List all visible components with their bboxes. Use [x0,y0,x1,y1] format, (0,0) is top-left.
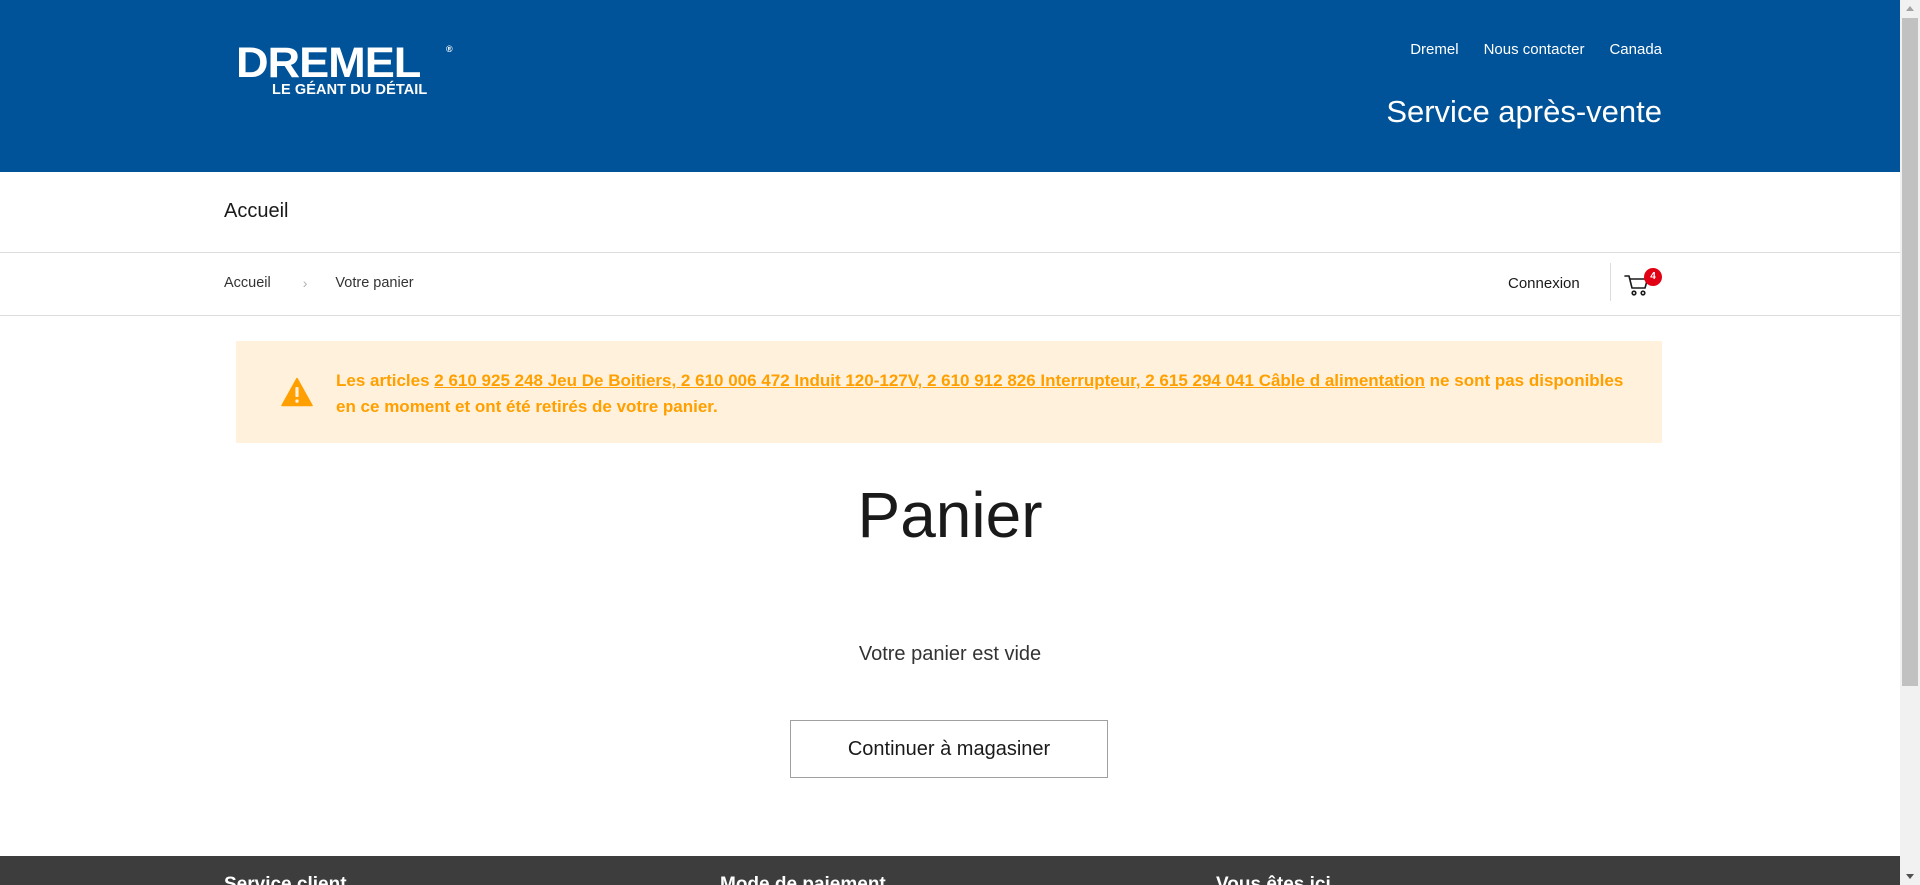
top-link-contact[interactable]: Nous contacter [1484,41,1585,58]
top-link-dremel[interactable]: Dremel [1410,41,1458,58]
site-header: DREMEL ® LE GÉANT DU DÉTAIL Dremel Nous … [0,0,1900,172]
footer-heading-location: Vous êtes ici [1216,874,1331,885]
scroll-down-arrow-icon[interactable] [1906,874,1914,879]
page-title: Panier [857,479,1043,551]
breadcrumb-bar: Accueil › Votre panier Connexion 4 [0,253,1900,316]
logo-tagline: LE GÉANT DU DÉTAIL [272,82,428,98]
registered-mark: ® [446,44,453,54]
alert-prefix: Les articles [336,371,435,390]
warning-icon [281,377,313,407]
scroll-up-arrow-icon[interactable] [1906,6,1914,11]
chevron-right-icon: › [302,275,308,291]
footer-heading-service: Service client [224,874,347,885]
top-link-country[interactable]: Canada [1609,41,1662,58]
alert-items-link[interactable]: 2 610 925 248 Jeu De Boitiers, 2 610 006… [434,371,1425,390]
site-footer: Service client Mode de paiement Vous ête… [0,856,1900,885]
page: DREMEL ® LE GÉANT DU DÉTAIL Dremel Nous … [0,0,1900,885]
login-link[interactable]: Connexion [1508,275,1580,292]
footer-heading-payment: Mode de paiement [720,874,886,885]
logo-wordmark: DREMEL [236,39,421,87]
nav-home-link[interactable]: Accueil [224,200,288,223]
main-nav: Accueil [0,172,1900,253]
breadcrumb-home[interactable]: Accueil [224,275,271,291]
cart-count-badge: 4 [1644,268,1662,286]
service-title: Service après-vente [1386,94,1662,129]
dremel-logo[interactable]: DREMEL ® LE GÉANT DU DÉTAIL [236,39,453,98]
unavailable-items-alert: Les articles 2 610 925 248 Jeu De Boitie… [236,341,1662,443]
top-links: Dremel Nous contacter Canada [1410,41,1662,58]
empty-cart-message: Votre panier est vide [858,643,1042,665]
scrollbar-thumb[interactable] [1902,18,1918,686]
vertical-scrollbar[interactable] [1900,0,1920,885]
breadcrumb-current: Votre panier [335,275,414,291]
continue-shopping-button[interactable]: Continuer à magasiner [790,720,1108,778]
alert-message: Les articles 2 610 925 248 Jeu De Boitie… [336,368,1626,420]
divider [1610,263,1611,301]
breadcrumb: Accueil › Votre panier [224,275,414,291]
